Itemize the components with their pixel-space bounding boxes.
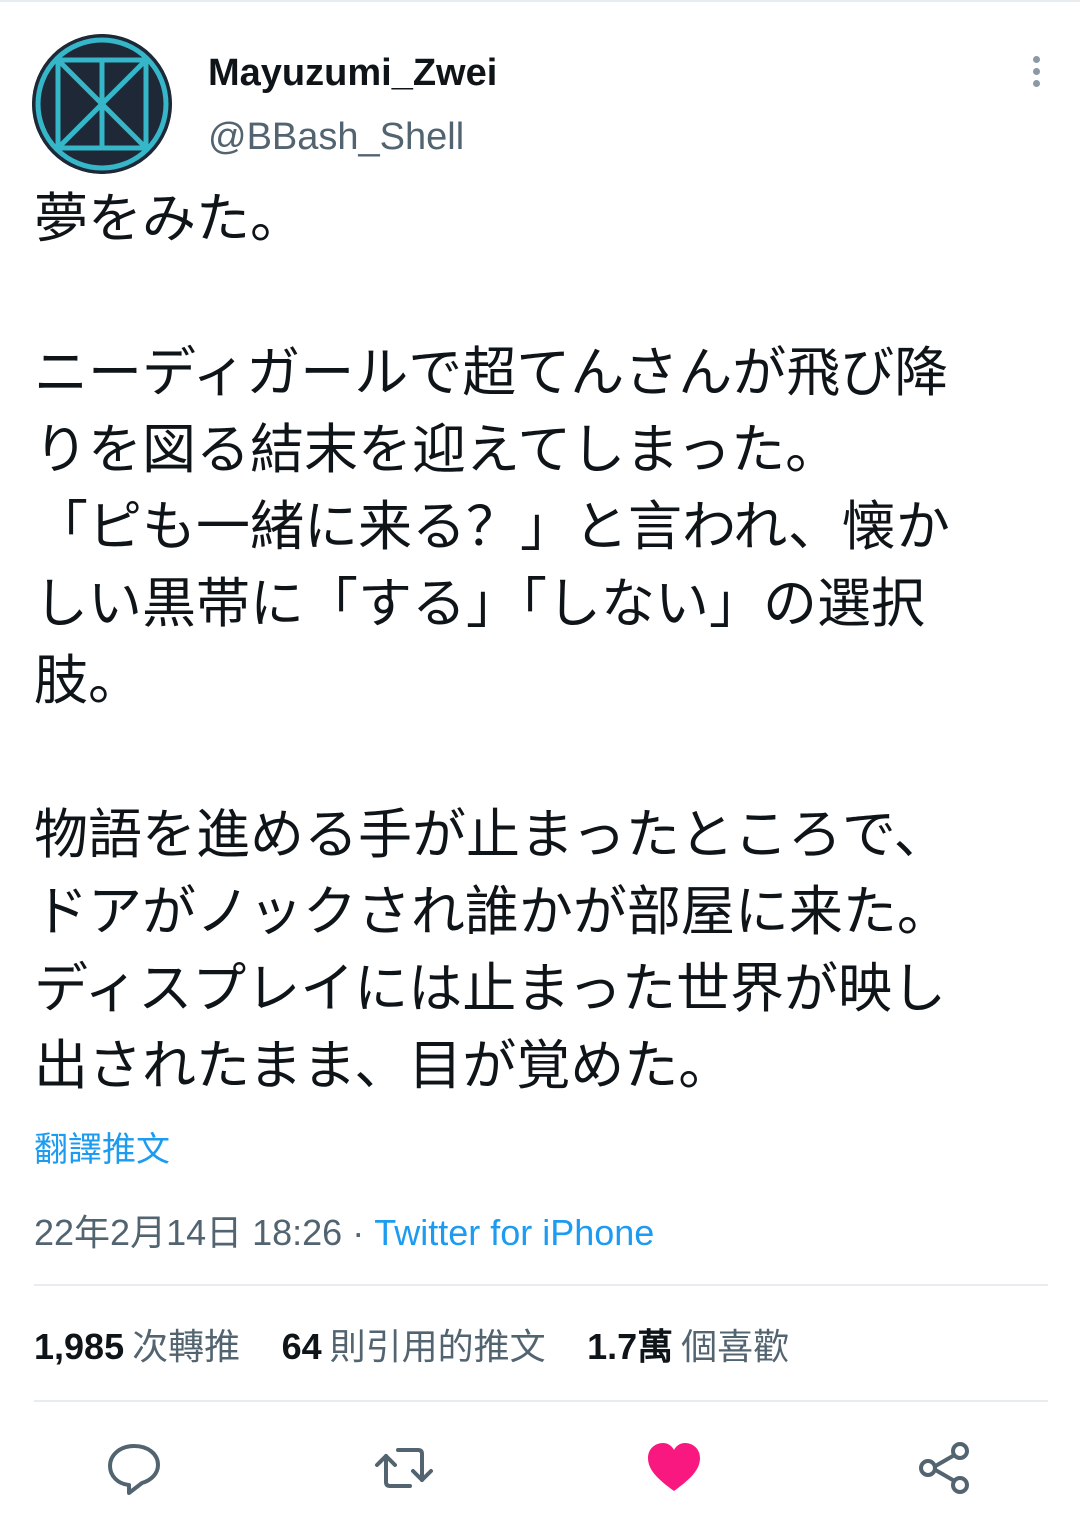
avatar-emblem-icon: [32, 34, 172, 174]
user-handle[interactable]: @BBash_Shell: [208, 116, 464, 159]
like-count-label: 個喜歡: [681, 1327, 790, 1368]
like-button[interactable]: [644, 1438, 704, 1498]
tweet-header: Mayuzumi_Zwei @BBash_Shell: [32, 34, 1048, 174]
tweet-meta: 22年2月14日 18:26 · Twitter for iPhone: [34, 1204, 654, 1256]
tweet-line: 肢。: [34, 649, 142, 712]
action-bar: [0, 1428, 1080, 1508]
retweet-count[interactable]: 1,985 次轉推: [34, 1318, 240, 1370]
meta-separator: ·: [342, 1212, 375, 1253]
tweet-line: ニーディガールで超てんさんが飛び降: [34, 341, 949, 404]
like-count-value: 1.7萬: [587, 1326, 674, 1367]
tweet-line: 物語を進める手が止まったところで、: [34, 803, 948, 866]
divider: [34, 1284, 1048, 1286]
quote-count-value: 64: [281, 1326, 322, 1367]
retweet-count-label: 次轉推: [132, 1327, 241, 1368]
tweet-line: ディスプレイには止まった世界が映し: [34, 957, 947, 1020]
tweet-line: 夢をみた。: [34, 187, 304, 250]
source-link[interactable]: Twitter for iPhone: [374, 1212, 654, 1253]
quote-count[interactable]: 64 則引用的推文: [282, 1318, 546, 1370]
retweet-count-value: 1,985: [34, 1326, 125, 1367]
reply-button[interactable]: [104, 1438, 164, 1498]
tweet-line: りを図る結末を迎えてしまった。: [34, 418, 840, 481]
tweet-text: 夢をみた。 ニーディガールで超てんさんが飛び降 りを図る結末を迎えてしまった。 …: [34, 180, 1034, 1104]
retweet-icon: [375, 1448, 433, 1488]
tweet-line: ドアがノックされ誰かが部屋に来た。: [34, 880, 951, 943]
share-button[interactable]: [914, 1438, 974, 1498]
top-divider: [0, 0, 1080, 2]
reply-icon: [108, 1444, 160, 1495]
tweet-line: 出されたまま、目が覚めた。: [34, 1034, 733, 1097]
divider: [34, 1400, 1048, 1402]
engagement-stats: 1,985 次轉推 64 則引用的推文 1.7萬 個喜歡: [34, 1318, 819, 1370]
share-icon: [919, 1442, 969, 1494]
translate-tweet-link[interactable]: 翻譯推文: [34, 1122, 170, 1171]
like-count[interactable]: 1.7萬 個喜歡: [587, 1318, 789, 1370]
more-options-icon[interactable]: [1024, 56, 1048, 96]
display-name[interactable]: Mayuzumi_Zwei: [208, 52, 497, 95]
tweet-line: 「ピも一緒に来る？」と言われ、懐か: [34, 495, 950, 558]
timestamp[interactable]: 22年2月14日 18:26: [34, 1212, 342, 1253]
tweet-line: しい黒帯に「する」「しない」の選択: [34, 572, 925, 635]
quote-count-label: 則引用的推文: [329, 1327, 546, 1368]
retweet-button[interactable]: [374, 1438, 434, 1498]
heart-icon: [648, 1443, 700, 1491]
avatar[interactable]: [32, 34, 172, 174]
